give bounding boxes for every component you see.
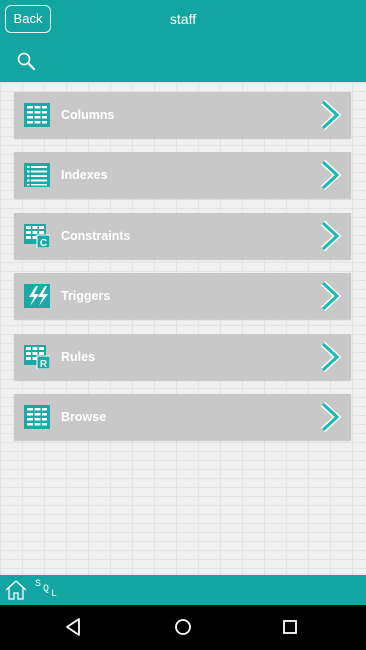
constraints-icon: C — [24, 224, 50, 248]
chevron-right-icon — [320, 342, 341, 372]
lightning-icon — [24, 284, 50, 308]
sql-glyph-l: L — [51, 589, 58, 600]
menu-item-label: Constraints — [61, 229, 131, 243]
top-bar: Back staff — [0, 0, 366, 82]
menu-item-triggers[interactable]: Triggers — [14, 273, 351, 319]
table-icon — [24, 103, 50, 127]
menu-area: Columns Indexes C Constraints Triggers R… — [0, 82, 366, 575]
menu-item-rules[interactable]: R Rules — [14, 334, 351, 380]
menu-item-label: Rules — [61, 350, 96, 364]
home-icon[interactable] — [4, 578, 28, 602]
chevron-right-icon — [320, 100, 341, 130]
nav-home-icon[interactable] — [173, 617, 193, 637]
menu-item-label: Triggers — [61, 289, 111, 303]
nav-back-icon[interactable] — [64, 617, 84, 637]
menu-item-browse[interactable]: Browse — [14, 394, 351, 440]
chevron-right-icon — [320, 281, 341, 311]
menu-item-label: Indexes — [61, 168, 108, 182]
bottom-toolbar: S Q L — [0, 575, 366, 605]
chevron-right-icon — [320, 160, 341, 190]
table-icon — [24, 405, 50, 429]
sql-glyph-q: Q — [43, 584, 50, 595]
chevron-right-icon — [320, 221, 341, 251]
menu-item-indexes[interactable]: Indexes — [14, 152, 351, 198]
nav-recents-icon[interactable] — [282, 619, 298, 635]
menu-item-label: Browse — [61, 410, 107, 424]
search-icon[interactable] — [16, 51, 36, 71]
menu-item-constraints[interactable]: C Constraints — [14, 213, 351, 259]
list-icon — [24, 163, 50, 187]
chevron-right-icon — [320, 402, 341, 432]
sql-glyph-s: S — [35, 579, 42, 590]
sql-icon[interactable]: S Q L — [34, 578, 60, 602]
rules-icon: R — [24, 345, 50, 369]
menu-item-columns[interactable]: Columns — [14, 92, 351, 138]
svg-text:R: R — [40, 359, 48, 369]
menu-item-label: Columns — [61, 108, 115, 122]
svg-text:C: C — [40, 238, 47, 248]
page-title: staff — [169, 11, 197, 27]
